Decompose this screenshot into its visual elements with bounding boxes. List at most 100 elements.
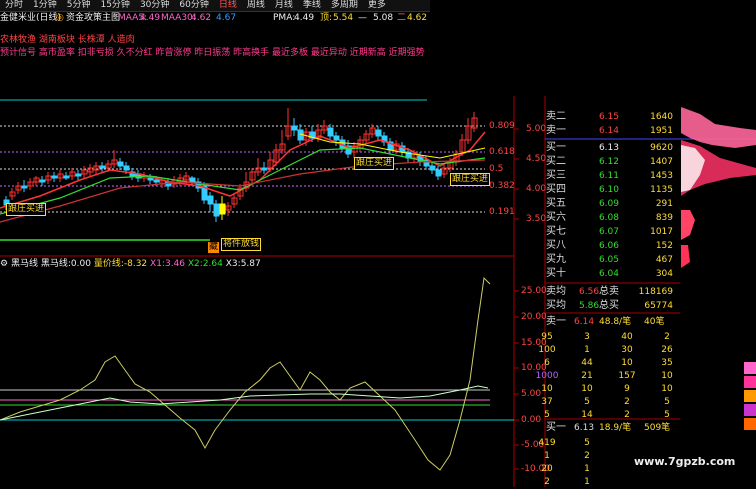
hide-money-label: 将件放钱 [221, 238, 262, 251]
queue-cell: 5 [584, 397, 590, 407]
order-level-name: 买一 [546, 142, 566, 153]
buy1-queue-avg: 18.9/笔 [599, 423, 632, 433]
sell-queue-row: 37 5 2 5 [527, 396, 687, 409]
sub-indicator-name[interactable]: 黑马线 [11, 259, 38, 269]
order-level-name: 买十 [546, 268, 566, 279]
sell-avg-value: 6.56 [579, 287, 600, 297]
order-row[interactable]: 买八 6.06 152 [517, 239, 673, 253]
x3-value: 5.87 [240, 259, 261, 269]
buy-signal-label: 跟庄买进 [6, 203, 47, 216]
order-volume: 304 [655, 269, 673, 279]
x1-value: 3.46 [164, 259, 186, 269]
candle-body [333, 135, 340, 141]
fib-level-label: 0.618 [489, 147, 515, 157]
candle-body [261, 167, 268, 171]
hide-marker-label: 藏 [208, 242, 220, 253]
queue-cell: 419 [538, 438, 556, 448]
queue-cell: 9 [624, 384, 630, 394]
queue-cell: 10 [661, 384, 673, 394]
queue-cell: 2 [624, 397, 630, 407]
depth-legend-block [744, 418, 756, 430]
order-price: 6.09 [598, 199, 619, 209]
queue-cell: 1 [584, 464, 590, 474]
order-volume: 839 [655, 213, 673, 223]
order-level-name: 买四 [546, 184, 566, 195]
order-volume: 152 [655, 241, 673, 251]
vol-price-label: 量价线: [93, 259, 124, 269]
sell-summary-row: 卖均 6.56 总卖 118169 [517, 285, 673, 299]
total-sell-value: 118169 [638, 287, 673, 297]
order-row[interactable]: 买一 6.13 9620 [517, 141, 673, 155]
settings-icon[interactable]: ⚙ [0, 259, 8, 269]
order-volume: 467 [655, 255, 673, 265]
buy1-queue-count: 509笔 [644, 423, 671, 433]
order-row[interactable]: 买二 6.12 1407 [517, 155, 673, 169]
sell-queue-row: 1000 21 157 10 [527, 370, 687, 383]
sub-white-line [0, 385, 489, 421]
order-row[interactable]: 买十 6.04 304 [517, 267, 673, 281]
order-row[interactable]: 买六 6.08 839 [517, 211, 673, 225]
black-horse-line [0, 276, 491, 471]
order-price: 6.15 [598, 112, 619, 122]
sell-queue-row: 10 10 9 10 [527, 383, 687, 396]
order-level-name: 买二 [546, 156, 566, 167]
order-price: 6.13 [598, 143, 619, 153]
queue-cell: 1 [584, 345, 590, 355]
candle-body [117, 161, 124, 167]
queue-cell: 3 [584, 332, 590, 342]
queue-cell: 21 [581, 371, 593, 381]
order-price: 6.06 [598, 241, 619, 251]
candle-body [99, 165, 106, 169]
order-level-name: 卖一 [546, 125, 566, 136]
order-price: 6.10 [598, 185, 619, 195]
sell1-queue-count: 40笔 [644, 317, 665, 327]
black-horse-label: 黑马线: [40, 259, 71, 269]
order-volume: 1017 [650, 227, 673, 237]
order-row[interactable]: 买三 6.11 1453 [517, 169, 673, 183]
queue-cell: 1 [544, 451, 550, 461]
queue-cell: 37 [541, 397, 553, 407]
queue-cell: 2 [584, 451, 590, 461]
ma-green-line [0, 147, 486, 215]
vol-price-value: -8.32 [123, 259, 148, 269]
order-price: 6.05 [598, 255, 619, 265]
candle-body [435, 169, 442, 177]
queue-cell: 10 [541, 384, 553, 394]
queue-cell: 95 [541, 332, 553, 342]
depth-lower-area [681, 245, 690, 268]
candle-body [219, 203, 226, 215]
candle-body [213, 203, 220, 217]
sub-indicator-header: ⚙ 黑马线 黑马线:0.00 量价线:-8.32 X1:3.46 X2:2.64… [0, 258, 261, 270]
order-row[interactable]: 买五 6.09 291 [517, 197, 673, 211]
queue-cell: 10 [581, 384, 593, 394]
order-level-name: 买九 [546, 254, 566, 265]
candle-body [291, 125, 298, 131]
order-level-name: 买七 [546, 226, 566, 237]
fib-level-label: 0.809 [489, 121, 515, 131]
order-row[interactable]: 买九 6.05 467 [517, 253, 673, 267]
candle-body [189, 177, 196, 183]
candle-body [51, 175, 58, 179]
sell1-queue-avg: 48.8/笔 [599, 317, 632, 327]
sell1-queue-header: 卖一 6.14 48.8/笔 40笔 [517, 315, 667, 329]
order-level-name: 卖二 [546, 111, 566, 122]
buy-avg-label: 买均 [546, 300, 566, 311]
sell-queue-row: 95 3 40 2 [527, 331, 687, 344]
queue-cell: 35 [661, 358, 673, 368]
queue-cell: 5 [664, 397, 670, 407]
order-price: 6.07 [598, 227, 619, 237]
order-row[interactable]: 买四 6.10 1135 [517, 183, 673, 197]
order-row[interactable]: 卖二 6.15 1640 [517, 110, 673, 124]
queue-cell: 1 [584, 477, 590, 487]
candle-body [327, 127, 334, 137]
order-level-name: 买三 [546, 170, 566, 181]
queue-cell: 5 [584, 438, 590, 448]
queue-cell: 157 [618, 371, 636, 381]
order-row[interactable]: 卖一 6.14 1951 [517, 124, 673, 138]
x2-value: 2.64 [202, 259, 223, 269]
order-price: 6.08 [598, 213, 619, 223]
candle-body [39, 179, 46, 183]
order-row[interactable]: 买七 6.07 1017 [517, 225, 673, 239]
depth-legend-block [744, 404, 756, 416]
fib-level-label: 0.382 [489, 181, 515, 191]
